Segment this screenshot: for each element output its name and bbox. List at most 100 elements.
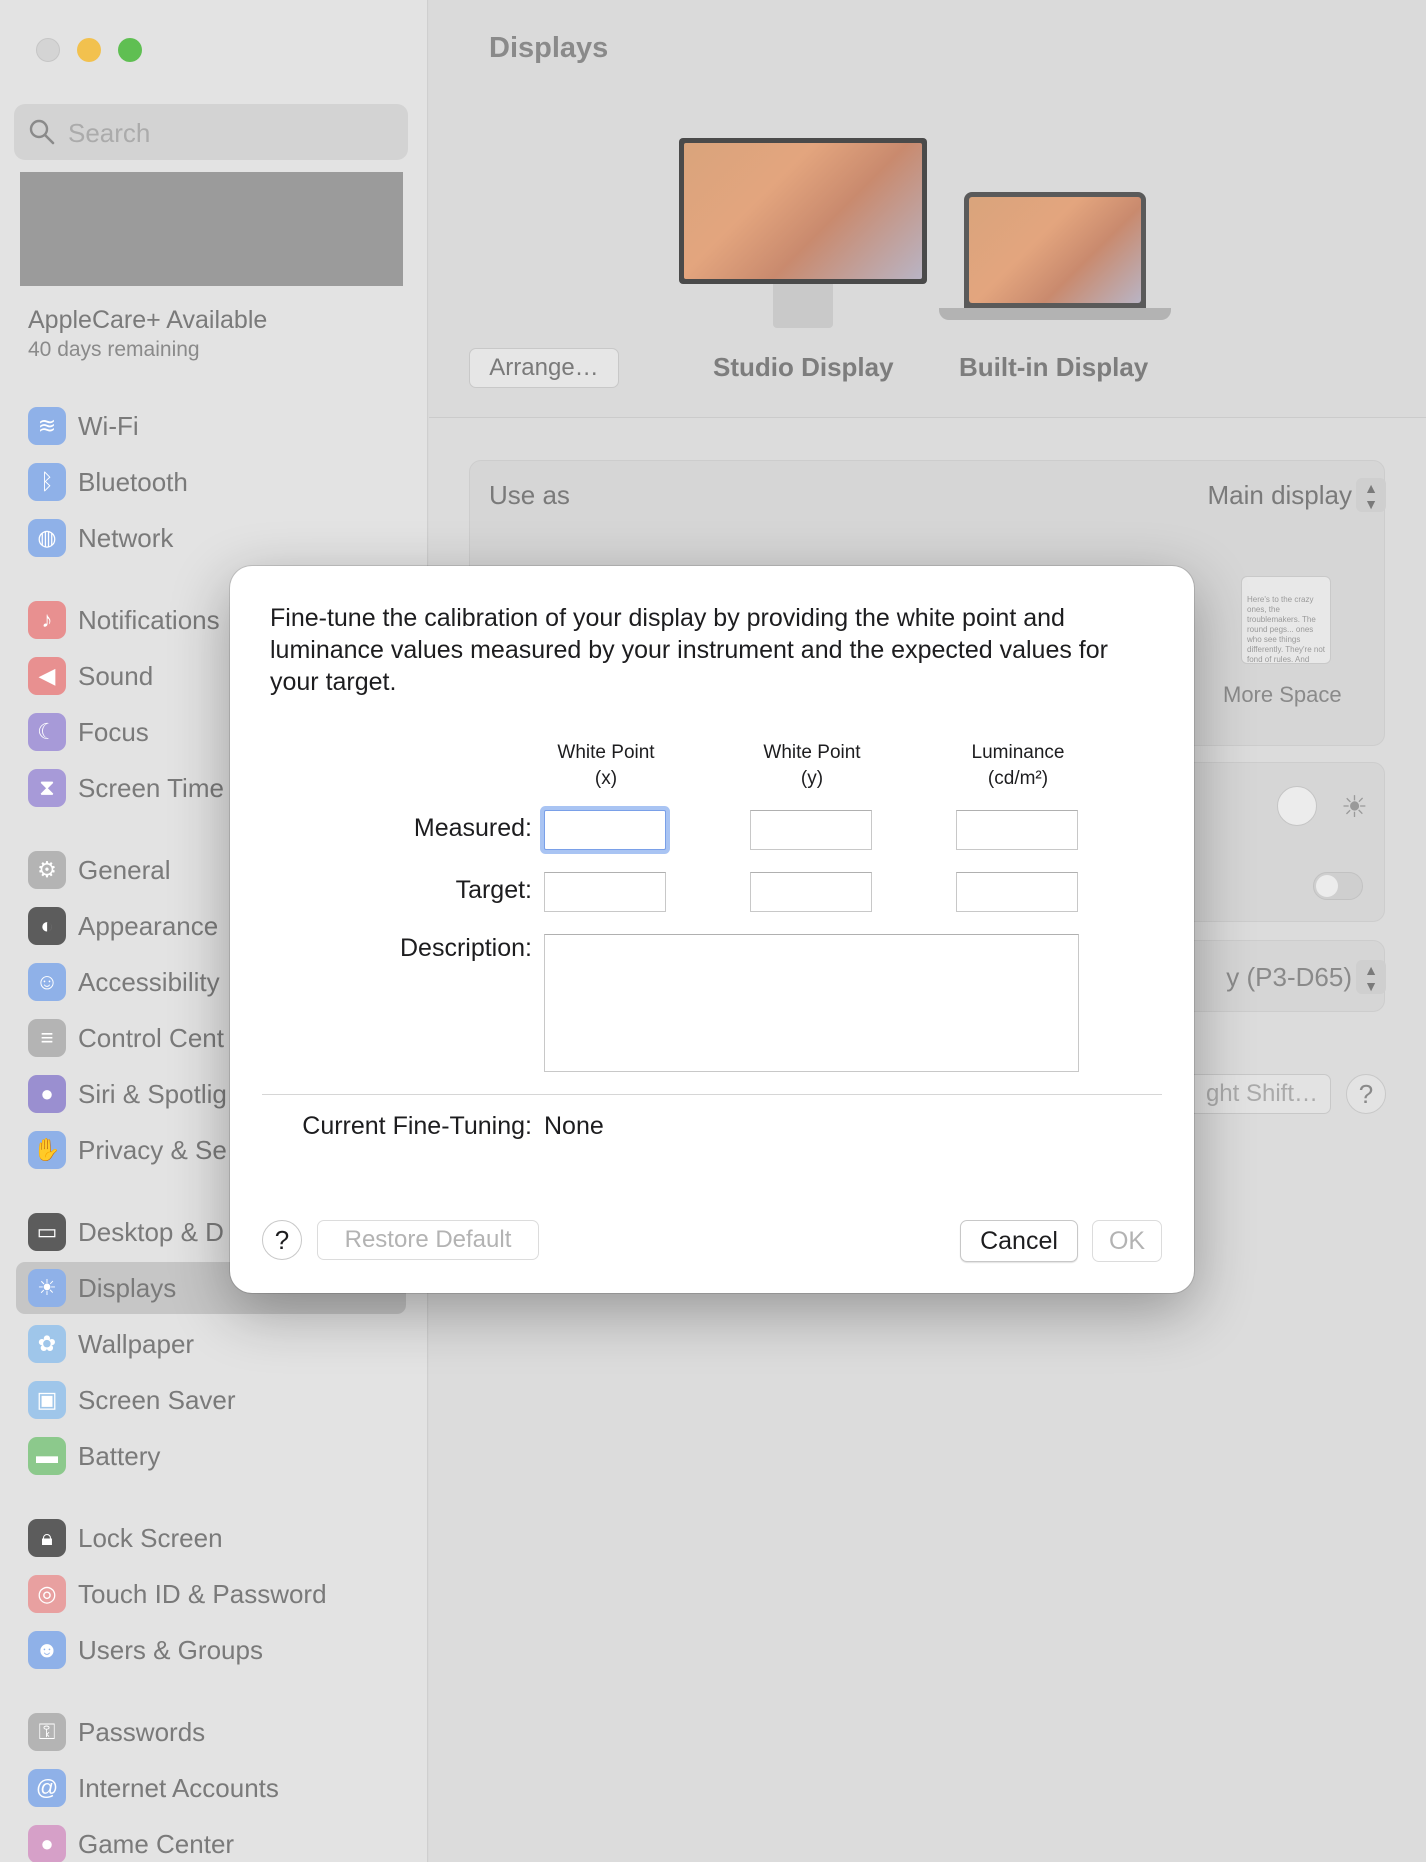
- sidebar-item-game-center[interactable]: ● Game Center: [16, 1818, 406, 1862]
- sidebar-item-bluetooth[interactable]: ᛒ Bluetooth: [16, 456, 406, 508]
- globe-icon: ◍: [28, 519, 66, 557]
- sidebar-item-screen-saver[interactable]: ▣ Screen Saver: [16, 1374, 406, 1426]
- fine-tune-calibration-dialog: Fine-tune the calibration of your displa…: [230, 566, 1194, 1293]
- ok-button[interactable]: OK: [1092, 1220, 1162, 1262]
- applecare-subtitle: 40 days remaining: [28, 338, 200, 361]
- close-window-button[interactable]: [36, 38, 60, 62]
- sidebar-item-label: Siri & Spotlig: [78, 1078, 227, 1109]
- sidebar-item-label: Privacy & Se: [78, 1134, 227, 1165]
- restore-default-button[interactable]: Restore Default: [317, 1220, 539, 1260]
- cancel-button[interactable]: Cancel: [960, 1220, 1078, 1262]
- screen-saver-icon: ▣: [28, 1381, 66, 1419]
- sidebar-item-wi-fi[interactable]: ≋ Wi-Fi: [16, 400, 406, 452]
- chevron-updown-icon[interactable]: ▲ ▼: [1356, 478, 1386, 512]
- sidebar-item-label: Screen Saver: [78, 1384, 236, 1415]
- target-white-point-y-input[interactable]: [750, 872, 872, 912]
- monitor-stand: [773, 284, 833, 328]
- sidebar-item-touch-id-password[interactable]: ◎ Touch ID & Password: [16, 1568, 406, 1620]
- sidebar-item-wallpaper[interactable]: ✿ Wallpaper: [16, 1318, 406, 1370]
- sidebar-item-internet-accounts[interactable]: @ Internet Accounts: [16, 1762, 406, 1814]
- arrange-button[interactable]: Arrange…: [469, 348, 619, 388]
- builtin-display-label[interactable]: Built-in Display: [959, 352, 1148, 383]
- sidebar-item-network[interactable]: ◍ Network: [16, 512, 406, 564]
- sidebar-item-label: Appearance: [78, 910, 219, 941]
- gear-icon: ⚙: [28, 851, 66, 889]
- sidebar-item-label: Bluetooth: [78, 466, 188, 497]
- control-center-icon: ≡: [28, 1019, 66, 1057]
- flower-icon: ✿: [28, 1325, 66, 1363]
- sidebar-item-label: Displays: [78, 1272, 177, 1303]
- use-as-select[interactable]: Main display: [1207, 480, 1352, 511]
- column-header-line1: Luminance: [971, 742, 1065, 763]
- applecare-title[interactable]: AppleCare+ Available: [28, 306, 267, 335]
- at-icon: @: [28, 1769, 66, 1807]
- column-header-line2: (cd/m²): [987, 768, 1049, 789]
- game-center-icon: ●: [28, 1825, 66, 1862]
- measured-white-point-x-input[interactable]: [544, 810, 666, 850]
- target-white-point-x-input[interactable]: [544, 872, 666, 912]
- minimize-window-button[interactable]: [77, 38, 101, 62]
- sun-icon: ☀: [28, 1269, 66, 1307]
- accessibility-icon: ☺: [28, 963, 66, 1001]
- measured-white-point-y-input[interactable]: [750, 810, 872, 850]
- more-space-option[interactable]: Here's to the crazy ones, the troublemak…: [1241, 576, 1331, 664]
- sidebar-item-label: Game Center: [78, 1828, 235, 1859]
- chevron-updown-icon[interactable]: ▲ ▼: [1356, 960, 1386, 994]
- sidebar-item-label: Sound: [78, 660, 154, 691]
- key-icon: ⚿: [28, 1713, 66, 1751]
- sidebar-item-label: Network: [78, 522, 174, 553]
- users-icon: ☻: [28, 1631, 66, 1669]
- help-button[interactable]: ?: [262, 1220, 302, 1260]
- appearance-icon: ◐: [28, 907, 66, 945]
- sidebar-item-label: Accessibility: [78, 966, 220, 997]
- description-textarea[interactable]: [544, 934, 1079, 1072]
- battery-icon: ▬: [28, 1437, 66, 1475]
- sidebar-item-users-groups[interactable]: ☻ Users & Groups: [16, 1624, 406, 1676]
- sidebar-item-label: Internet Accounts: [78, 1772, 279, 1803]
- sidebar-item-label: Wi-Fi: [78, 410, 139, 441]
- auto-brightness-toggle[interactable]: [1313, 872, 1363, 900]
- lock-icon: 🔒︎: [28, 1519, 66, 1557]
- column-header-line2: (x): [594, 768, 618, 789]
- target-label: Target:: [455, 876, 532, 904]
- studio-display-thumbnail[interactable]: [679, 138, 927, 284]
- hourglass-icon: ⧗: [28, 769, 66, 807]
- fingerprint-icon: ◎: [28, 1575, 66, 1613]
- page-title: Displays: [489, 32, 609, 64]
- help-button[interactable]: ?: [1346, 1074, 1386, 1114]
- sidebar-item-battery[interactable]: ▬ Battery: [16, 1430, 406, 1482]
- current-fine-tuning-value: None: [544, 1112, 604, 1140]
- measured-luminance-input[interactable]: [956, 810, 1078, 850]
- laptop-base: [939, 308, 1171, 320]
- builtin-display-thumbnail[interactable]: [964, 192, 1146, 308]
- more-space-label: More Space: [1223, 682, 1342, 707]
- sidebar-item-label: Desktop & D: [78, 1216, 224, 1247]
- target-luminance-input[interactable]: [956, 872, 1078, 912]
- column-header-white-point-y: White Point (y): [732, 740, 892, 792]
- window-controls: [36, 38, 142, 62]
- search-field[interactable]: Search: [14, 104, 408, 160]
- sidebar-item-label: Users & Groups: [78, 1634, 263, 1665]
- column-header-white-point-x: White Point (x): [526, 740, 686, 792]
- speaker-icon: ◀: [28, 657, 66, 695]
- current-fine-tuning-label: Current Fine-Tuning:: [302, 1112, 532, 1140]
- brightness-slider-knob[interactable]: [1277, 786, 1317, 826]
- sidebar-item-label: Lock Screen: [78, 1522, 223, 1553]
- bluetooth-icon: ᛒ: [28, 463, 66, 501]
- sidebar-item-label: General: [78, 854, 171, 885]
- studio-display-label[interactable]: Studio Display: [713, 352, 894, 383]
- sidebar-item-passwords[interactable]: ⚿ Passwords: [16, 1706, 406, 1758]
- sun-icon: ☀: [1341, 791, 1368, 824]
- apple-id-profile[interactable]: [20, 172, 403, 286]
- sidebar-item-label: Control Cent: [78, 1022, 224, 1053]
- zoom-window-button[interactable]: [118, 38, 142, 62]
- column-header-luminance: Luminance (cd/m²): [938, 740, 1098, 792]
- color-profile-select[interactable]: y (P3-D65): [1226, 962, 1352, 993]
- description-label: Description:: [400, 934, 532, 962]
- desktop-icon: ▭: [28, 1213, 66, 1251]
- siri-icon: ●: [28, 1075, 66, 1113]
- sidebar-item-label: Battery: [78, 1440, 161, 1471]
- dialog-intro-text: Fine-tune the calibration of your displa…: [270, 604, 1108, 696]
- sidebar-item-lock-screen[interactable]: 🔒︎ Lock Screen: [16, 1512, 406, 1564]
- use-as-label: Use as: [489, 480, 570, 510]
